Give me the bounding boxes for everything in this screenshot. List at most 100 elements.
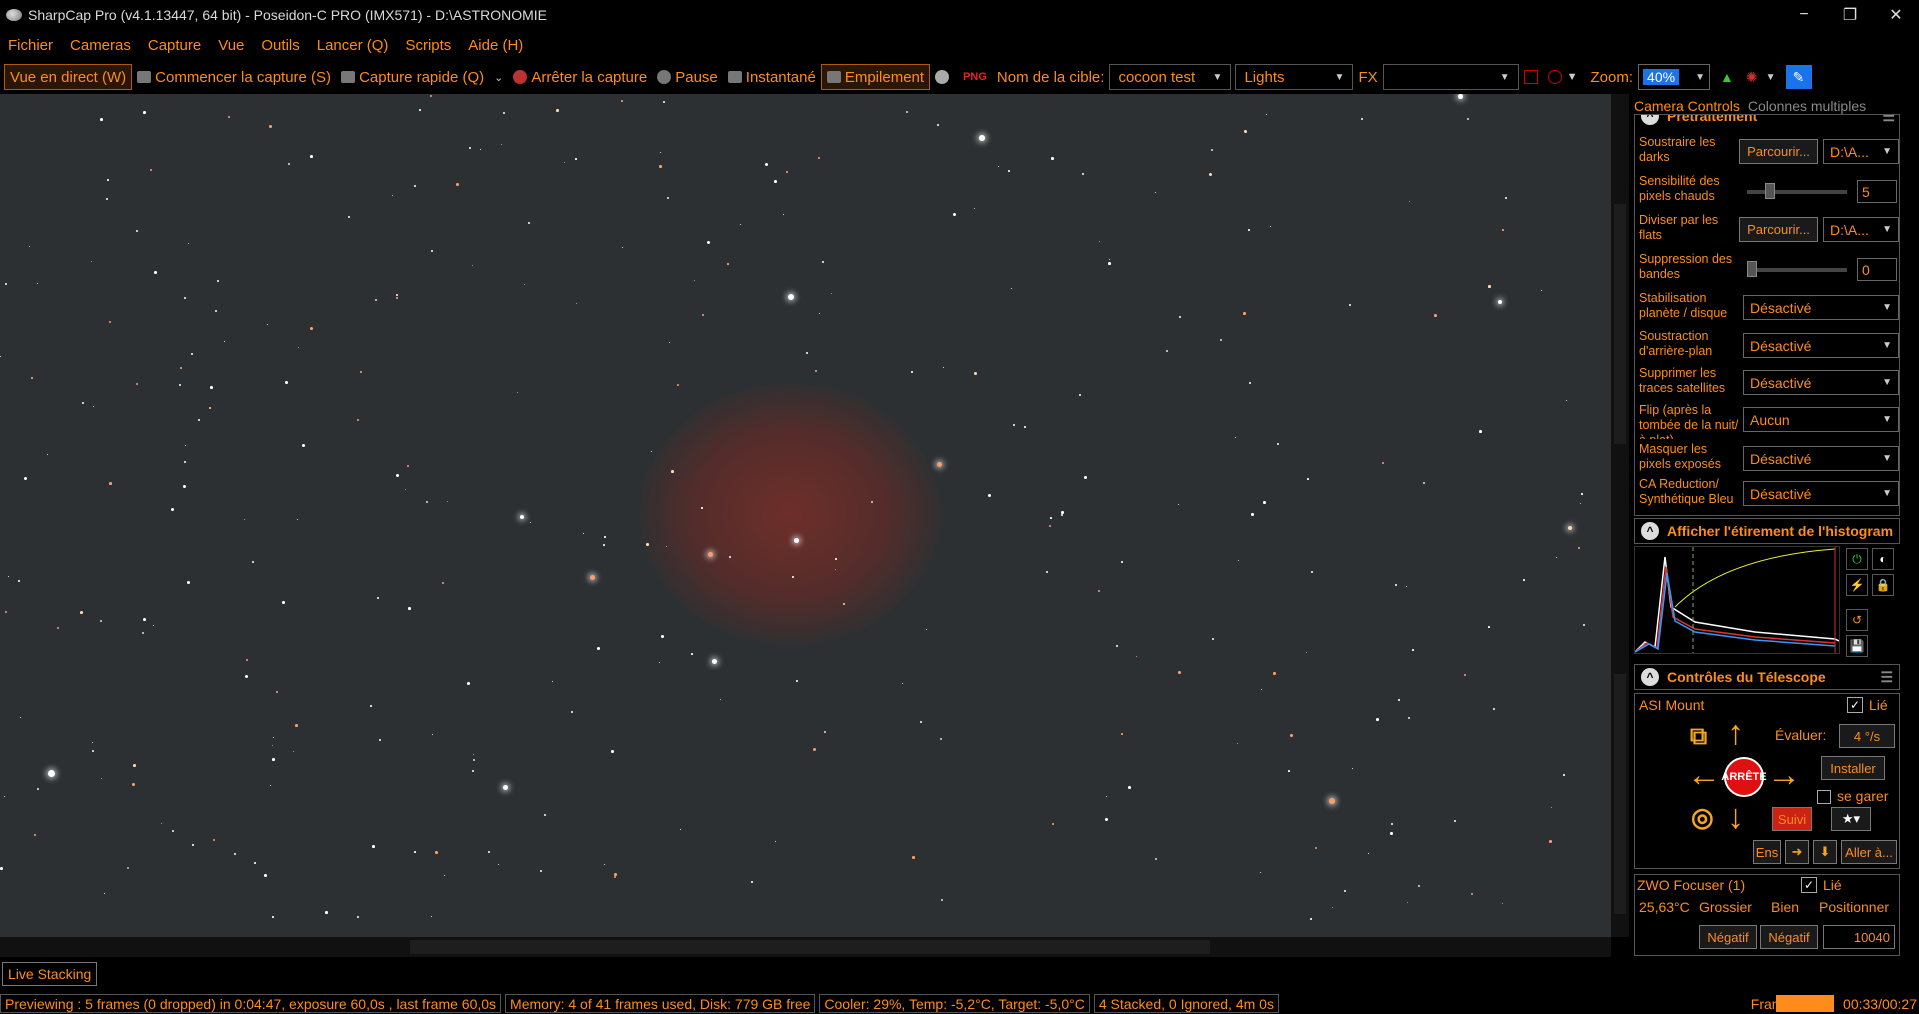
mask-pixels-select[interactable]: Désactivé ▼ <box>1743 446 1899 471</box>
rate-label: Évaluer: <box>1775 727 1827 743</box>
live-view-button[interactable]: Vue en direct (W) <box>4 64 133 90</box>
menu-lancer[interactable]: Lancer (Q) <box>317 37 389 54</box>
horizontal-scrollbar[interactable] <box>0 937 1611 957</box>
save-icon[interactable]: 💾 <box>1846 635 1868 657</box>
menu-icon[interactable]: ☰ <box>1882 115 1895 125</box>
ca-reduction-select[interactable]: Désactivé ▼ <box>1743 481 1899 506</box>
darks-path-select[interactable]: D:\A... ▼ <box>1823 139 1899 164</box>
contrast-icon[interactable]: ◐ <box>1872 548 1894 570</box>
fine-negative-button[interactable]: Négatif <box>1760 925 1818 949</box>
scroll-thumb-lower[interactable] <box>1614 674 1626 914</box>
chevron-down-icon[interactable]: ▼ <box>1766 72 1776 83</box>
pin-icon[interactable]: ✎ <box>1785 65 1812 89</box>
menu-outils[interactable]: Outils <box>261 37 299 54</box>
tab-multiple-columns[interactable]: Colonnes multiples <box>1748 98 1866 114</box>
histogram-icon-button[interactable] <box>930 64 958 90</box>
reticle-icon[interactable] <box>1547 70 1562 84</box>
stabilisation-select[interactable]: Désactivé ▼ <box>1743 295 1899 320</box>
png-icon[interactable]: PNG <box>958 64 992 90</box>
histogram-display[interactable] <box>1634 546 1840 654</box>
track-button[interactable]: Suivi <box>1772 807 1812 831</box>
crosshair-icon[interactable]: ✺ <box>1746 69 1758 86</box>
menu-vue[interactable]: Vue <box>218 37 244 54</box>
flip-select[interactable]: Aucun ▼ <box>1743 407 1899 432</box>
menu-scripts[interactable]: Scripts <box>405 37 451 54</box>
coarse-negative-button[interactable]: Négatif <box>1699 925 1757 949</box>
browse-darks-button[interactable]: Parcourir... <box>1739 139 1818 164</box>
arrow-down-icon[interactable]: ↓ <box>1727 800 1744 834</box>
hot-pixel-value[interactable]: 5 <box>1857 180 1897 203</box>
arrow-down-icon[interactable]: ⬇ <box>1813 840 1837 864</box>
slider-knob[interactable] <box>1747 261 1757 277</box>
star <box>1344 890 1347 893</box>
scroll-thumb[interactable] <box>1614 204 1626 444</box>
menu-cameras[interactable]: Cameras <box>70 37 131 54</box>
menu-capture[interactable]: Capture <box>148 37 201 54</box>
image-viewer[interactable] <box>0 94 1611 937</box>
position-input[interactable]: 10040 <box>1823 925 1895 949</box>
lightning-icon[interactable]: ⚡ <box>1846 574 1868 596</box>
live-stacking-button[interactable]: Live Stacking <box>2 962 98 986</box>
star-icon[interactable]: ★▾ <box>1831 807 1871 831</box>
target-icon[interactable]: ◎ <box>1691 800 1714 834</box>
roi-icon[interactable] <box>1523 70 1538 84</box>
home-icon[interactable]: ⧉ <box>1690 720 1707 754</box>
arrow-right-icon[interactable]: ➜ <box>1785 840 1809 864</box>
star <box>979 135 985 141</box>
slider-knob[interactable] <box>1765 183 1775 199</box>
preprocessing-header[interactable]: ^ Prétraitement ☰ <box>1635 115 1899 129</box>
park-checkbox[interactable] <box>1817 790 1831 804</box>
restore-button[interactable]: ❐ <box>1827 0 1873 30</box>
flats-path-select[interactable]: D:\A... ▼ <box>1823 217 1899 242</box>
star <box>604 864 606 866</box>
menu-fichier[interactable]: Fichier <box>8 37 53 54</box>
arrow-up-icon[interactable]: ↑ <box>1727 716 1744 750</box>
status-cooler: Cooler: 29%, Temp: -5,2°C, Target: -5,0°… <box>819 994 1090 1013</box>
ens-button[interactable]: Ens <box>1753 840 1781 864</box>
zoom-combo[interactable]: 40% ▼ <box>1638 64 1711 90</box>
menu-icon[interactable]: ☰ <box>1880 669 1893 686</box>
focuser-linked-checkbox[interactable]: ✓ <box>1801 877 1817 893</box>
banding-slider[interactable] <box>1747 261 1847 277</box>
histogram-header[interactable]: ^ Afficher l'étirement de l'histogram <box>1634 518 1900 544</box>
scroll-thumb[interactable] <box>410 940 1210 954</box>
star <box>1454 820 1457 823</box>
auto-stretch-icon[interactable]: ⏻ <box>1846 548 1868 570</box>
satellite-select[interactable]: Désactivé ▼ <box>1743 370 1899 395</box>
reset-icon[interactable]: ↺ <box>1846 609 1868 631</box>
star <box>198 419 201 422</box>
snapshot-button[interactable]: Instantané <box>723 64 821 90</box>
mount-stop-button[interactable]: ARRÊTE <box>1721 757 1767 797</box>
live-stacking-bar: Live Stacking <box>0 959 1919 989</box>
menu-aide[interactable]: Aide (H) <box>468 37 523 54</box>
star <box>575 158 577 160</box>
lock-icon[interactable]: 🔒 <box>1872 574 1894 596</box>
fx-combo[interactable]: ▼ <box>1382 64 1519 90</box>
arrow-left-icon[interactable]: ← <box>1687 758 1721 792</box>
mount-linked-checkbox[interactable]: ✓ <box>1847 697 1863 713</box>
telescope-header[interactable]: ^ Contrôles du Télescope ☰ <box>1634 664 1900 690</box>
goto-button[interactable]: Aller à... <box>1841 840 1897 864</box>
stop-capture-button[interactable]: Arrêter la capture <box>508 64 652 90</box>
background-select[interactable]: Désactivé ▼ <box>1743 333 1899 358</box>
rate-select[interactable]: 4 °/s <box>1839 724 1895 748</box>
minimize-button[interactable]: − <box>1781 0 1827 30</box>
star <box>377 597 379 599</box>
arrow-right-icon[interactable]: → <box>1767 758 1801 792</box>
banding-value[interactable]: 0 <box>1857 258 1897 281</box>
install-button[interactable]: Installer <box>1821 756 1885 780</box>
histogram-icon[interactable]: ▲ <box>1720 69 1734 85</box>
quick-capture-dropdown[interactable]: ⌄ <box>489 64 508 90</box>
pause-button[interactable]: Pause <box>652 64 723 90</box>
target-name-combo[interactable]: cocoon test ▼ <box>1109 64 1232 90</box>
browse-flats-button[interactable]: Parcourir... <box>1739 217 1818 242</box>
hot-pixel-slider[interactable] <box>1747 183 1847 199</box>
close-button[interactable]: ✕ <box>1873 0 1919 30</box>
chevron-down-icon[interactable]: ▼ <box>1567 71 1578 83</box>
tab-camera-controls[interactable]: Camera Controls <box>1632 98 1740 114</box>
frame-type-combo[interactable]: Lights ▼ <box>1235 64 1354 90</box>
vertical-scrollbar[interactable] <box>1611 94 1629 937</box>
start-capture-button[interactable]: Commencer la capture (S) <box>132 64 336 90</box>
stacking-button[interactable]: Empilement <box>820 64 931 90</box>
quick-capture-button[interactable]: Capture rapide (Q) <box>336 64 489 90</box>
